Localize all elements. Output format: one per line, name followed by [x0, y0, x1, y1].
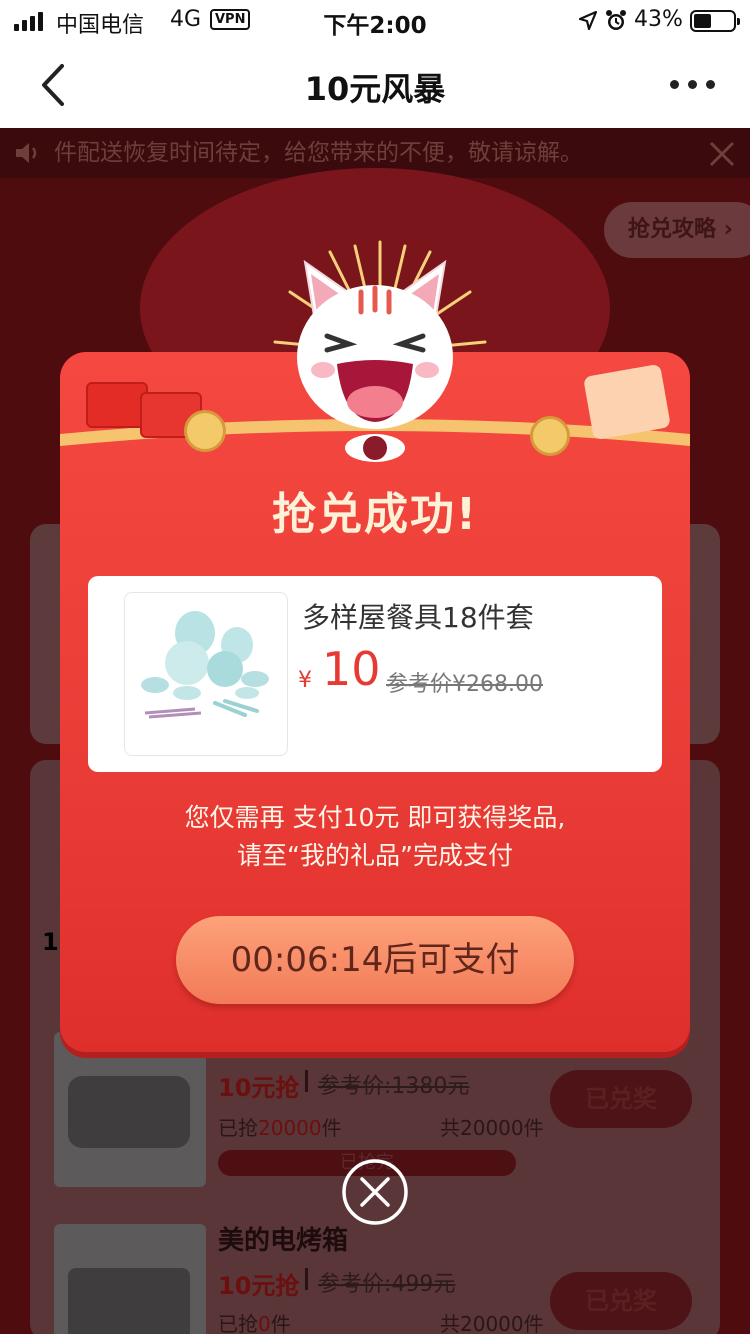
red-envelope-icon: [86, 382, 148, 428]
item-sold: 已抢0件: [218, 1312, 291, 1334]
modal-title: 抢兑成功!: [271, 489, 479, 540]
alarm-icon: [606, 10, 626, 30]
item-name: 美的电烤箱: [218, 1226, 349, 1256]
speaker-icon: [16, 143, 37, 163]
redeemed-button[interactable]: 已兑奖: [550, 1272, 692, 1330]
guide-button[interactable]: 抢兑攻略 ›: [604, 202, 750, 258]
divider: [305, 1070, 308, 1092]
product-image: [124, 592, 288, 756]
notice-text: 件配送恢复时间待定，给您带来的不便，敬请谅解。: [54, 140, 583, 166]
currency-symbol: ¥: [298, 668, 312, 693]
lucky-cat-mascot: [297, 259, 453, 462]
redeemed-button[interactable]: 已兑奖: [550, 1070, 692, 1128]
item-total: 共20000件: [440, 1312, 544, 1334]
item-price: 10元抢: [218, 1074, 300, 1102]
sold-count: 0: [258, 1312, 271, 1334]
item-ref-price: 参考价:1380元: [318, 1074, 470, 1099]
status-bar: 中国电信 4G VPN 下午2:00 43%: [0, 0, 750, 42]
pay-countdown-button[interactable]: 00:06:14后可支付: [176, 916, 574, 1004]
item-ref-price: 参考价:499元: [318, 1272, 456, 1297]
more-options-icon[interactable]: [670, 80, 715, 89]
item-sold: 已抢20000件: [218, 1116, 342, 1140]
coin-icon: [184, 410, 226, 452]
divider: [305, 1268, 308, 1290]
battery-icon: [690, 10, 740, 32]
location-icon: [578, 10, 598, 31]
close-icon[interactable]: [341, 1158, 409, 1226]
chevron-right-icon: ›: [723, 217, 733, 242]
product-ref-price: 参考价¥268.00: [386, 672, 543, 697]
list-number: 1: [42, 928, 59, 956]
payment-instruction-line1: 您仅需再 支付10元 即可获得奖品,: [184, 803, 566, 832]
product-card: 多样屋餐具18件套 ¥ 10 参考价¥268.00: [88, 576, 662, 772]
coupon-icon: [583, 363, 671, 441]
page-title: 10元风暴: [304, 70, 446, 108]
list-item: 美的电烤箱 10元抢 参考价:499元 已抢0件 共20000件 已兑奖: [54, 1224, 720, 1334]
item-total: 共20000件: [440, 1116, 544, 1140]
sold-count: 20000: [258, 1116, 322, 1140]
notice-close-icon[interactable]: [708, 140, 736, 168]
product-price: 10: [322, 642, 381, 696]
item-price: 10元抢: [218, 1272, 300, 1300]
product-thumbnail: [54, 1032, 206, 1187]
guide-label: 抢兑攻略: [628, 217, 717, 242]
payment-instruction-line2: 请至“我的礼品”完成支付: [237, 841, 513, 870]
coin-icon: [530, 416, 570, 456]
product-thumbnail: [54, 1224, 206, 1334]
battery-percent: 43%: [634, 7, 683, 32]
nav-bar: 10元风暴: [0, 42, 750, 128]
success-modal: 抢兑成功! 多样屋餐具18件套 ¥ 10 参考价¥268.00 您仅需再 支付1…: [60, 240, 690, 1052]
tableware-illustration: [141, 611, 269, 719]
product-name: 多样屋餐具18件套: [302, 601, 534, 634]
